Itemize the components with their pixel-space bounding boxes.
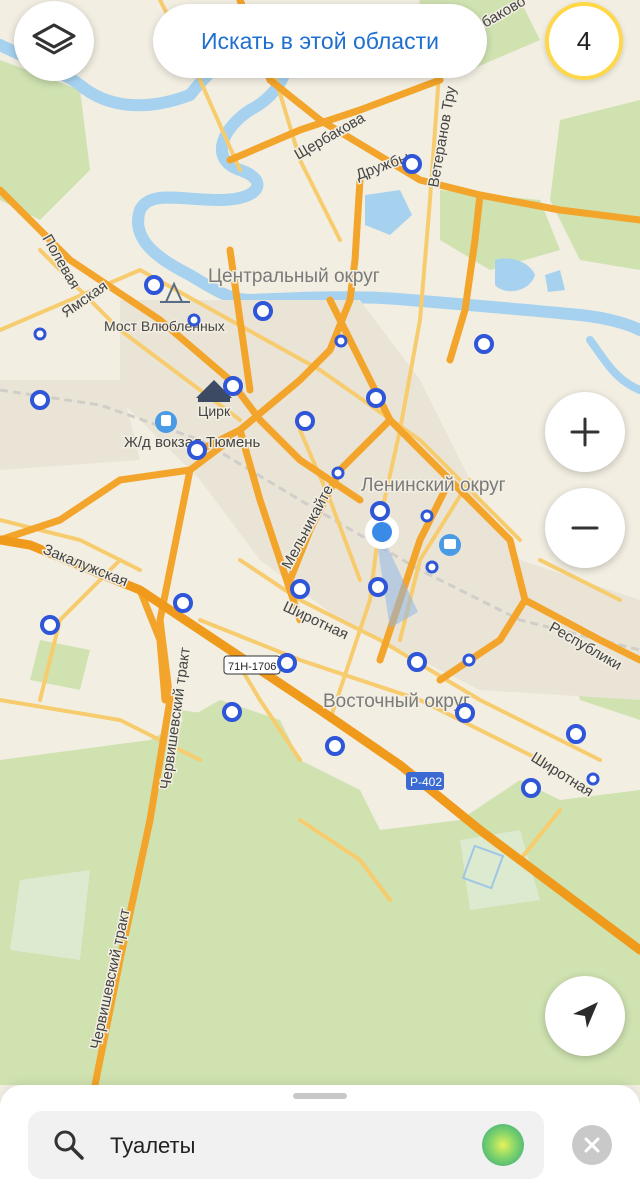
road-sign-r402-label: Р-402 — [410, 775, 442, 789]
toilet-marker[interactable] — [30, 390, 50, 410]
zoom-out-button[interactable] — [545, 488, 625, 568]
clear-search-button[interactable] — [572, 1125, 612, 1165]
toilet-marker[interactable] — [144, 275, 164, 295]
toilet-marker[interactable] — [173, 593, 193, 613]
district-label-leninsky: Ленинский округ — [361, 475, 506, 496]
toilet-marker-small[interactable] — [425, 560, 439, 574]
district-label-vostochny: Восточный округ — [323, 691, 470, 712]
toilet-marker[interactable] — [521, 778, 541, 798]
toilet-marker-small[interactable] — [33, 327, 47, 341]
toilet-marker[interactable] — [407, 652, 427, 672]
toilet-marker-small[interactable] — [420, 509, 434, 523]
layers-button[interactable] — [14, 1, 94, 81]
toilet-marker[interactable] — [370, 501, 390, 521]
magnifier-icon — [54, 1130, 84, 1160]
bottom-sheet[interactable]: Туалеты — [0, 1085, 640, 1195]
poi-label-bridge: Мост Влюбленных — [104, 318, 225, 334]
sheet-handle[interactable] — [293, 1093, 347, 1099]
road-sign-r402: Р-402 — [406, 772, 444, 790]
minus-icon — [571, 526, 599, 530]
road-sign-71h-label: 71Н-1706 — [228, 661, 276, 673]
toilet-marker-small[interactable] — [334, 334, 348, 348]
toilet-marker[interactable] — [290, 579, 310, 599]
toilet-marker[interactable] — [253, 301, 273, 321]
road-sign-71h: 71Н-1706 — [223, 655, 281, 675]
toilet-marker[interactable] — [566, 724, 586, 744]
toilet-marker[interactable] — [474, 334, 494, 354]
zoom-in-button[interactable] — [545, 392, 625, 472]
toilet-marker[interactable] — [366, 388, 386, 408]
close-icon — [584, 1137, 600, 1153]
toilet-marker[interactable] — [402, 154, 422, 174]
layers-icon — [32, 23, 76, 55]
toilet-marker[interactable] — [325, 736, 345, 756]
search-this-area-button[interactable]: Искать в этой области — [153, 4, 487, 78]
toilet-marker[interactable] — [368, 577, 388, 597]
toilet-marker[interactable] — [277, 653, 297, 673]
toilet-marker[interactable] — [455, 703, 475, 723]
voice-assistant-icon[interactable] — [482, 1124, 524, 1166]
navigation-arrow-icon — [573, 1002, 598, 1028]
toilet-marker-small[interactable] — [331, 466, 345, 480]
bus-stop[interactable] — [439, 534, 461, 556]
toilet-marker[interactable] — [295, 411, 315, 431]
toilet-marker-small[interactable] — [187, 313, 201, 327]
poi-label-circus: Цирк — [198, 403, 231, 419]
search-field[interactable]: Туалеты — [28, 1111, 544, 1179]
search-query: Туалеты — [110, 1133, 196, 1158]
results-counter[interactable]: 4 — [545, 2, 623, 80]
toilet-marker[interactable] — [40, 615, 60, 635]
toilet-marker[interactable] — [222, 702, 242, 722]
locate-me-button[interactable] — [545, 976, 625, 1056]
toilet-marker[interactable] — [223, 376, 243, 396]
map-canvas[interactable]: Центральный округ Ленинский округ Восточ… — [0, 0, 640, 1195]
plus-icon — [570, 417, 600, 447]
toilet-marker-small[interactable] — [586, 772, 600, 786]
toilet-marker-small[interactable] — [462, 653, 476, 667]
toilet-marker[interactable] — [187, 440, 207, 460]
district-label-central: Центральный округ — [208, 266, 380, 287]
